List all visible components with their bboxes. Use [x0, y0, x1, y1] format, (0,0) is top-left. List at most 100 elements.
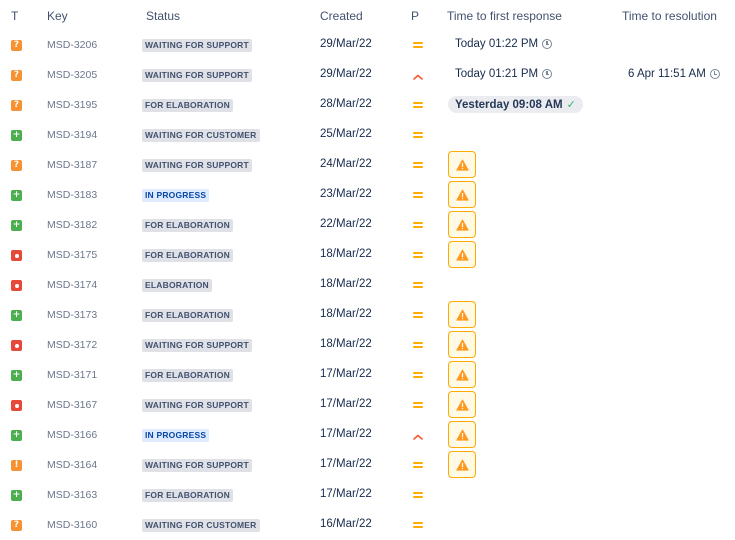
- sla-breached-warning-icon[interactable]: [448, 211, 476, 238]
- table-row[interactable]: + MSD-3166 IN PROGRESS 17/Mar/22: [0, 420, 735, 450]
- table-row[interactable]: ? MSD-3205 WAITING FOR SUPPORT 29/Mar/22 Tod…: [0, 60, 735, 90]
- issue-key-link[interactable]: MSD-3164: [47, 459, 97, 471]
- created-date: 28/Mar/22: [320, 98, 372, 110]
- status-lozenge: ELABORATION: [142, 279, 212, 292]
- table-row[interactable]: ? MSD-3187 WAITING FOR SUPPORT 24/Mar/22: [0, 150, 735, 180]
- status-lozenge: FOR ELABORATION: [142, 99, 234, 112]
- issue-key-link[interactable]: MSD-3174: [47, 279, 97, 291]
- status-lozenge: FOR ELABORATION: [142, 249, 234, 262]
- table-row[interactable]: + MSD-3182 FOR ELABORATION 22/Mar/22: [0, 210, 735, 240]
- created-date: 18/Mar/22: [320, 248, 372, 260]
- clock-icon: [542, 39, 553, 49]
- clock-icon: [709, 69, 720, 79]
- plus-icon: +: [11, 220, 22, 231]
- question-icon: ?: [11, 520, 22, 531]
- table-row[interactable]: MSD-3172 WAITING FOR SUPPORT 18/Mar/22: [0, 330, 735, 360]
- table-row[interactable]: ? MSD-3206 WAITING FOR SUPPORT 29/Mar/22 Tod…: [0, 30, 735, 60]
- column-header-key[interactable]: Key: [47, 9, 68, 23]
- priority-medium-icon: [413, 459, 423, 471]
- plus-icon: +: [11, 190, 22, 201]
- status-lozenge: WAITING FOR CUSTOMER: [142, 519, 260, 532]
- priority-medium-icon: [413, 369, 423, 381]
- issue-key-link[interactable]: MSD-3166: [47, 429, 97, 441]
- sla-breached-warning-icon[interactable]: [448, 361, 476, 388]
- priority-medium-icon: [413, 99, 423, 111]
- table-row[interactable]: MSD-3167 WAITING FOR SUPPORT 17/Mar/22: [0, 390, 735, 420]
- status-lozenge: WAITING FOR CUSTOMER: [142, 129, 260, 142]
- issue-key-link[interactable]: MSD-3205: [47, 69, 97, 81]
- sla-breached-warning-icon[interactable]: [448, 331, 476, 358]
- question-icon: ?: [11, 160, 22, 171]
- bug-dot-icon: [11, 340, 22, 351]
- created-date: 29/Mar/22: [320, 68, 372, 80]
- status-lozenge: FOR ELABORATION: [142, 489, 234, 502]
- column-header-status[interactable]: Status: [146, 9, 180, 23]
- sla-time-text: Today 01:22 PM: [455, 38, 539, 50]
- table-row[interactable]: MSD-3174 ELABORATION 18/Mar/22: [0, 270, 735, 300]
- plus-icon: +: [11, 310, 22, 321]
- table-row[interactable]: ? MSD-3195 FOR ELABORATION 28/Mar/22 Yesterd…: [0, 90, 735, 120]
- issue-key-link[interactable]: MSD-3173: [47, 309, 97, 321]
- sla-time-to-first-response: Today 01:21 PM: [455, 68, 553, 80]
- table-row[interactable]: + MSD-3194 WAITING FOR CUSTOMER 25/Mar/22: [0, 120, 735, 150]
- sla-time-to-first-response: Yesterday 09:08 AM ✓: [448, 96, 583, 113]
- sla-breached-warning-icon[interactable]: [448, 151, 476, 178]
- table-row[interactable]: ? MSD-3160 WAITING FOR CUSTOMER 16/Mar/22: [0, 510, 735, 540]
- status-lozenge: FOR ELABORATION: [142, 219, 234, 232]
- priority-medium-icon: [413, 219, 423, 231]
- status-lozenge: IN PROGRESS: [142, 189, 210, 202]
- issue-key-link[interactable]: MSD-3175: [47, 249, 97, 261]
- issue-key-link[interactable]: MSD-3172: [47, 339, 97, 351]
- column-header-type[interactable]: T: [11, 9, 18, 23]
- plus-icon: +: [11, 130, 22, 141]
- created-date: 22/Mar/22: [320, 218, 372, 230]
- table-row[interactable]: MSD-3175 FOR ELABORATION 18/Mar/22: [0, 240, 735, 270]
- exclamation-icon: !: [11, 460, 22, 471]
- sla-breached-warning-icon[interactable]: [448, 391, 476, 418]
- table-row[interactable]: + MSD-3173 FOR ELABORATION 18/Mar/22: [0, 300, 735, 330]
- issue-key-link[interactable]: MSD-3167: [47, 399, 97, 411]
- status-lozenge: FOR ELABORATION: [142, 309, 234, 322]
- bug-dot-icon: [11, 250, 22, 261]
- issue-key-link[interactable]: MSD-3183: [47, 189, 97, 201]
- created-date: 17/Mar/22: [320, 458, 372, 470]
- issue-key-link[interactable]: MSD-3187: [47, 159, 97, 171]
- column-header-time-to-resolution[interactable]: Time to resolution: [622, 9, 717, 23]
- sla-breached-warning-icon[interactable]: [448, 421, 476, 448]
- table-row[interactable]: + MSD-3183 IN PROGRESS 23/Mar/22: [0, 180, 735, 210]
- priority-medium-icon: [413, 129, 423, 141]
- status-lozenge: WAITING FOR SUPPORT: [142, 69, 252, 82]
- bug-dot-icon: [11, 400, 22, 411]
- sla-breached-warning-icon[interactable]: [448, 181, 476, 208]
- column-header-time-to-first-response[interactable]: Time to first response: [447, 9, 562, 23]
- issue-key-link[interactable]: MSD-3195: [47, 99, 97, 111]
- clock-icon: [542, 69, 553, 79]
- status-lozenge: WAITING FOR SUPPORT: [142, 339, 252, 352]
- issue-key-link[interactable]: MSD-3194: [47, 129, 97, 141]
- table-row[interactable]: ! MSD-3164 WAITING FOR SUPPORT 17/Mar/22: [0, 450, 735, 480]
- sla-time-text: 6 Apr 11:51 AM: [628, 68, 706, 80]
- column-header-priority[interactable]: P: [411, 9, 419, 23]
- issue-key-link[interactable]: MSD-3163: [47, 489, 97, 501]
- priority-medium-icon: [413, 189, 423, 201]
- plus-icon: +: [11, 490, 22, 501]
- priority-medium-icon: [413, 339, 423, 351]
- issue-key-link[interactable]: MSD-3171: [47, 369, 97, 381]
- question-icon: ?: [11, 40, 22, 51]
- issue-key-link[interactable]: MSD-3206: [47, 39, 97, 51]
- sla-breached-warning-icon[interactable]: [448, 241, 476, 268]
- table-row[interactable]: + MSD-3163 FOR ELABORATION 17/Mar/22: [0, 480, 735, 510]
- table-row[interactable]: + MSD-3171 FOR ELABORATION 17/Mar/22: [0, 360, 735, 390]
- checkmark-icon: ✓: [566, 99, 576, 111]
- sla-breached-warning-icon[interactable]: [448, 301, 476, 328]
- issue-key-link[interactable]: MSD-3160: [47, 519, 97, 531]
- sla-breached-warning-icon[interactable]: [448, 451, 476, 478]
- priority-medium-icon: [413, 309, 423, 321]
- status-lozenge: WAITING FOR SUPPORT: [142, 159, 252, 172]
- status-lozenge: WAITING FOR SUPPORT: [142, 399, 252, 412]
- sla-time-to-first-response: Today 01:22 PM: [455, 38, 553, 50]
- issue-key-link[interactable]: MSD-3182: [47, 219, 97, 231]
- status-lozenge: IN PROGRESS: [142, 429, 210, 442]
- column-header-created[interactable]: Created: [320, 9, 363, 23]
- priority-medium-icon: [413, 399, 423, 411]
